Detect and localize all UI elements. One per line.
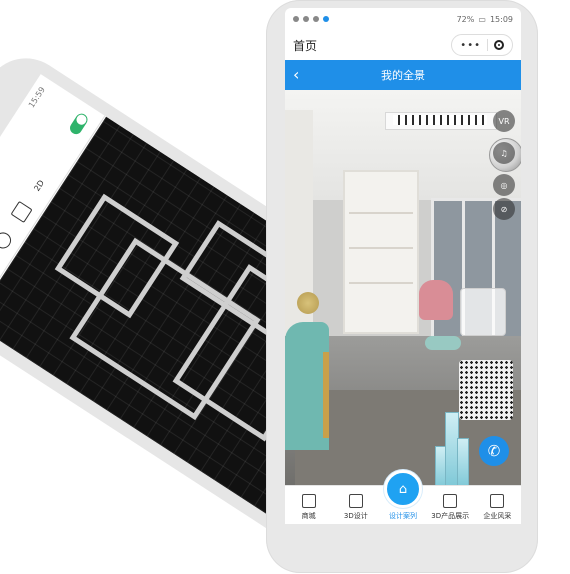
more-icon[interactable]: ••• <box>460 40 481 51</box>
scene-pillow <box>425 336 461 350</box>
app-header: 首页 ••• <box>285 30 521 60</box>
notification-icon <box>293 16 299 22</box>
scene-shelf <box>349 282 413 284</box>
gyro-icon[interactable]: ◎ <box>493 174 515 196</box>
status-right: 72% ▭ 15:09 <box>457 15 513 24</box>
mini-program-capsule[interactable]: ••• <box>451 34 513 56</box>
vr-icon[interactable]: VR <box>493 110 515 132</box>
cube-icon <box>348 494 363 508</box>
close-program-icon[interactable] <box>494 40 504 50</box>
notification-icon <box>323 16 329 22</box>
notification-icon <box>303 16 309 22</box>
rect-tool-icon[interactable] <box>10 200 33 224</box>
scene-armchair-leg <box>323 352 329 438</box>
image-icon <box>443 494 458 508</box>
phone-screen: 72% ▭ 15:09 首页 ••• ‹ 我的全景 VR ♫ ◎ ⊘ ✆ 商城 … <box>285 8 521 524</box>
help-tool-icon[interactable] <box>0 229 15 252</box>
store-icon <box>301 494 316 508</box>
status-icons <box>293 16 329 22</box>
status-bar: 72% ▭ 15:09 <box>285 8 521 30</box>
front-phone: 72% ▭ 15:09 首页 ••• ‹ 我的全景 VR ♫ ◎ ⊘ ✆ 商城 … <box>266 0 538 573</box>
battery-icon: ▭ <box>478 14 486 24</box>
scene-pink-chair <box>419 280 453 320</box>
hide-icon[interactable]: ⊘ <box>493 198 515 220</box>
scene-flower-decor <box>297 292 319 314</box>
battery-level: 72% <box>456 14 475 24</box>
tab-store[interactable]: 商城 <box>285 486 332 524</box>
tab-3d-products-label: 3D产品展示 <box>431 512 470 520</box>
home-icon[interactable]: ⌂ <box>384 470 422 508</box>
page-title: 我的全景 <box>381 69 425 82</box>
view-toggle[interactable] <box>67 111 90 137</box>
scene-tower <box>457 438 469 488</box>
tab-design-cases[interactable]: ⌂ 设计案列 <box>379 470 426 524</box>
scene-shelf <box>349 247 413 249</box>
back-icon[interactable]: ‹ <box>293 65 299 84</box>
music-icon[interactable]: ♫ <box>493 142 515 164</box>
scene-glass-table <box>460 288 506 336</box>
page-nav-bar: ‹ 我的全景 <box>285 60 521 90</box>
scene-cabinet <box>343 170 419 334</box>
tab-company-label: 企业风采 <box>483 512 512 520</box>
scene-shelf <box>349 212 413 214</box>
tab-3d-design[interactable]: 3D设计 <box>332 486 379 524</box>
app-title: 首页 <box>293 38 318 53</box>
scene-glass-skyline <box>435 410 471 488</box>
toggle-2d-label: 2D <box>31 178 46 193</box>
phone-icon: ✆ <box>487 442 501 460</box>
tab-3d-products[interactable]: 3D产品展示 <box>427 486 474 524</box>
capsule-divider <box>487 39 488 51</box>
bottom-tab-bar: 商城 3D设计 ⌂ 设计案列 3D产品展示 企业风采 <box>285 470 521 524</box>
doc-icon <box>490 494 505 508</box>
notification-icon <box>313 16 319 22</box>
status-time: 15:09 <box>489 14 513 24</box>
tab-company[interactable]: 企业风采 <box>474 486 521 524</box>
phone-call-button[interactable]: ✆ <box>479 436 509 466</box>
tab-design-cases-label: 设计案列 <box>389 512 417 520</box>
scene-ac-vent <box>393 115 487 125</box>
tab-store-label: 商城 <box>301 512 316 520</box>
panorama-view[interactable]: VR ♫ ◎ ⊘ ✆ <box>285 90 521 488</box>
tab-3d-design-label: 3D设计 <box>343 512 368 520</box>
